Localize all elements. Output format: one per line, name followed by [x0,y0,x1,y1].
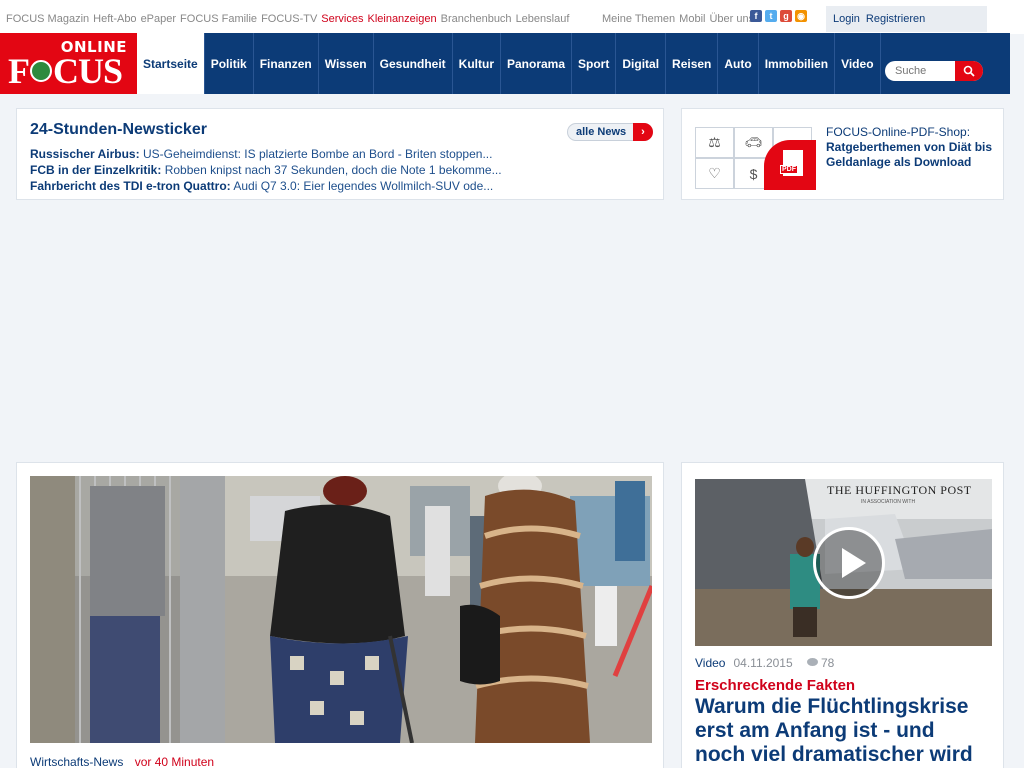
nav-item-reisen[interactable]: Reisen [666,33,719,94]
video-thumbnail[interactable]: THE HUFFINGTON POST IN ASSOCIATION WITH [695,479,992,646]
nav-item-sport[interactable]: Sport [572,33,617,94]
nav-item-kultur[interactable]: Kultur [453,33,501,94]
nav-item-finanzen[interactable]: Finanzen [254,33,319,94]
pdf-shop-text[interactable]: FOCUS-Online-PDF-Shop: Ratgeberthemen vo… [826,125,1001,170]
nav-item-startseite[interactable]: Startseite [137,33,205,94]
nav-item-politik[interactable]: Politik [205,33,254,94]
top-link-focus-familie[interactable]: FOCUS Familie [180,13,257,25]
main-teaser: Wirtschafts-News vor 40 Minuten [16,462,664,768]
pdf-badge-label: PDF [780,165,798,174]
comments-count-value: 78 [821,656,835,670]
pdf-document-icon: PDF [780,150,803,176]
ticker-text: Audi Q7 3.0: Eier legendes Wollmilch-SUV… [233,179,494,193]
scales-icon: ⚖ [695,127,734,158]
pdf-shop-kicker: FOCUS-Online-PDF-Shop: [826,125,971,139]
top-link-branchenbuch[interactable]: Branchenbuch [441,13,512,25]
search-input[interactable] [885,61,955,81]
top-link-ueber-uns[interactable]: Über uns [709,13,754,25]
top-link-heft-abo[interactable]: Heft-Abo [93,13,136,25]
side-video-teaser: THE HUFFINGTON POST IN ASSOCIATION WITH … [681,462,1004,768]
ticker-kicker: Russischer Airbus: [30,147,140,161]
top-link-focus-tv[interactable]: FOCUS-TV [261,13,317,25]
ticker-item[interactable]: FCB in der Einzelkritik: Robben knipst n… [30,162,502,178]
globe-icon [30,59,52,82]
main-teaser-category[interactable]: Wirtschafts-News [30,755,123,768]
nav-item-gesundheit[interactable]: Gesundheit [374,33,453,94]
login-box: Login Registrieren [826,6,987,32]
pdf-shop-panel[interactable]: ⚖ 🚗︎ ☼ ♡ $ PDF FOCUS-Online-PDF-Shop: Ra… [681,108,1004,200]
ticker-kicker: FCB in der Einzelkritik: [30,163,162,177]
login-link[interactable]: Login [833,13,860,25]
pdf-shop-title: Ratgeberthemen von Diät bis Geldanlage a… [826,140,993,169]
ticker-text: US-Geheimdienst: IS platzierte Bombe an … [142,147,493,161]
ticker-item[interactable]: Russischer Airbus: US-Geheimdienst: IS p… [30,146,502,162]
comment-icon [806,658,818,666]
side-teaser-meta: Video 04.11.2015 78 [695,656,834,670]
chevron-right-icon: › [633,123,653,141]
search-box [885,61,983,81]
googleplus-icon[interactable]: g [780,10,792,22]
facebook-icon[interactable]: f [750,10,762,22]
top-utility-bar: FOCUS Magazin Heft-Abo ePaper FOCUS Fami… [0,0,1024,34]
nav-item-digital[interactable]: Digital [616,33,667,94]
nav-item-video[interactable]: Video [835,33,881,94]
nav-item-immobilien[interactable]: Immobilien [759,33,836,94]
top-links: FOCUS Magazin Heft-Abo ePaper FOCUS Fami… [6,13,569,25]
comments-count[interactable]: 78 [806,656,835,670]
logo-focus-text: F CUS [8,51,123,91]
focus-online-logo[interactable]: ONLINE F CUS [0,33,137,94]
twitter-icon[interactable]: t [765,10,777,22]
top-link-mobil[interactable]: Mobil [679,13,705,25]
huffington-post-sub: IN ASSOCIATION WITH [861,499,916,505]
heart-rate-icon: ♡ [695,158,734,189]
top-link-focus-magazin[interactable]: FOCUS Magazin [6,13,89,25]
all-news-label: alle News [576,126,627,138]
ticker-kicker: Fahrbericht des TDI e-tron Quattro: [30,179,231,193]
search-button[interactable] [955,61,983,81]
nav-items: Startseite Politik Finanzen Wissen Gesun… [137,33,881,94]
register-link[interactable]: Registrieren [866,13,925,25]
all-news-button[interactable]: alle News › [567,123,653,141]
refugee-camp-photo[interactable] [30,476,652,743]
pdf-badge: PDF [764,140,816,190]
side-teaser-category[interactable]: Video [695,656,725,670]
nav-item-panorama[interactable]: Panorama [501,33,573,94]
huffington-post-logo: THE HUFFINGTON POST [827,483,972,497]
nav-item-auto[interactable]: Auto [718,33,759,94]
nav-item-wissen[interactable]: Wissen [319,33,374,94]
top-link-kleinanzeigen[interactable]: Kleinanzeigen [367,13,436,25]
main-teaser-time: vor 40 Minuten [134,755,215,768]
top-link-meine-themen[interactable]: Meine Themen [602,13,675,25]
main-teaser-meta: Wirtschafts-News vor 40 Minuten [30,755,214,768]
newsticker-title[interactable]: 24-Stunden-Newsticker [30,121,207,139]
newsticker-panel: 24-Stunden-Newsticker alle News › Russis… [16,108,664,200]
ticker-item[interactable]: Fahrbericht des TDI e-tron Quattro: Audi… [30,178,502,194]
side-teaser-kicker[interactable]: Erschreckende Fakten [695,677,855,694]
main-navigation: ONLINE F CUS Startseite Politik Finanzen … [0,33,1010,94]
play-icon[interactable] [813,527,885,599]
top-right-links: Meine Themen Mobil Über uns [602,13,754,25]
search-icon [963,65,975,77]
ticker-text: Robben knipst nach 37 Sekunden, doch die… [164,163,502,177]
top-link-services[interactable]: Services [321,13,363,25]
top-link-lebenslauf[interactable]: Lebenslauf [516,13,570,25]
teaser-photo-illustration [30,476,652,743]
side-teaser-headline[interactable]: Warum die Flüchtlingskrise erst am Anfan… [695,695,985,767]
rss-icon[interactable]: ◉ [795,10,807,22]
top-link-epaper[interactable]: ePaper [141,13,176,25]
social-icons: f t g ◉ [750,10,807,22]
side-teaser-date: 04.11.2015 [733,656,793,670]
ticker-list: Russischer Airbus: US-Geheimdienst: IS p… [30,146,502,194]
